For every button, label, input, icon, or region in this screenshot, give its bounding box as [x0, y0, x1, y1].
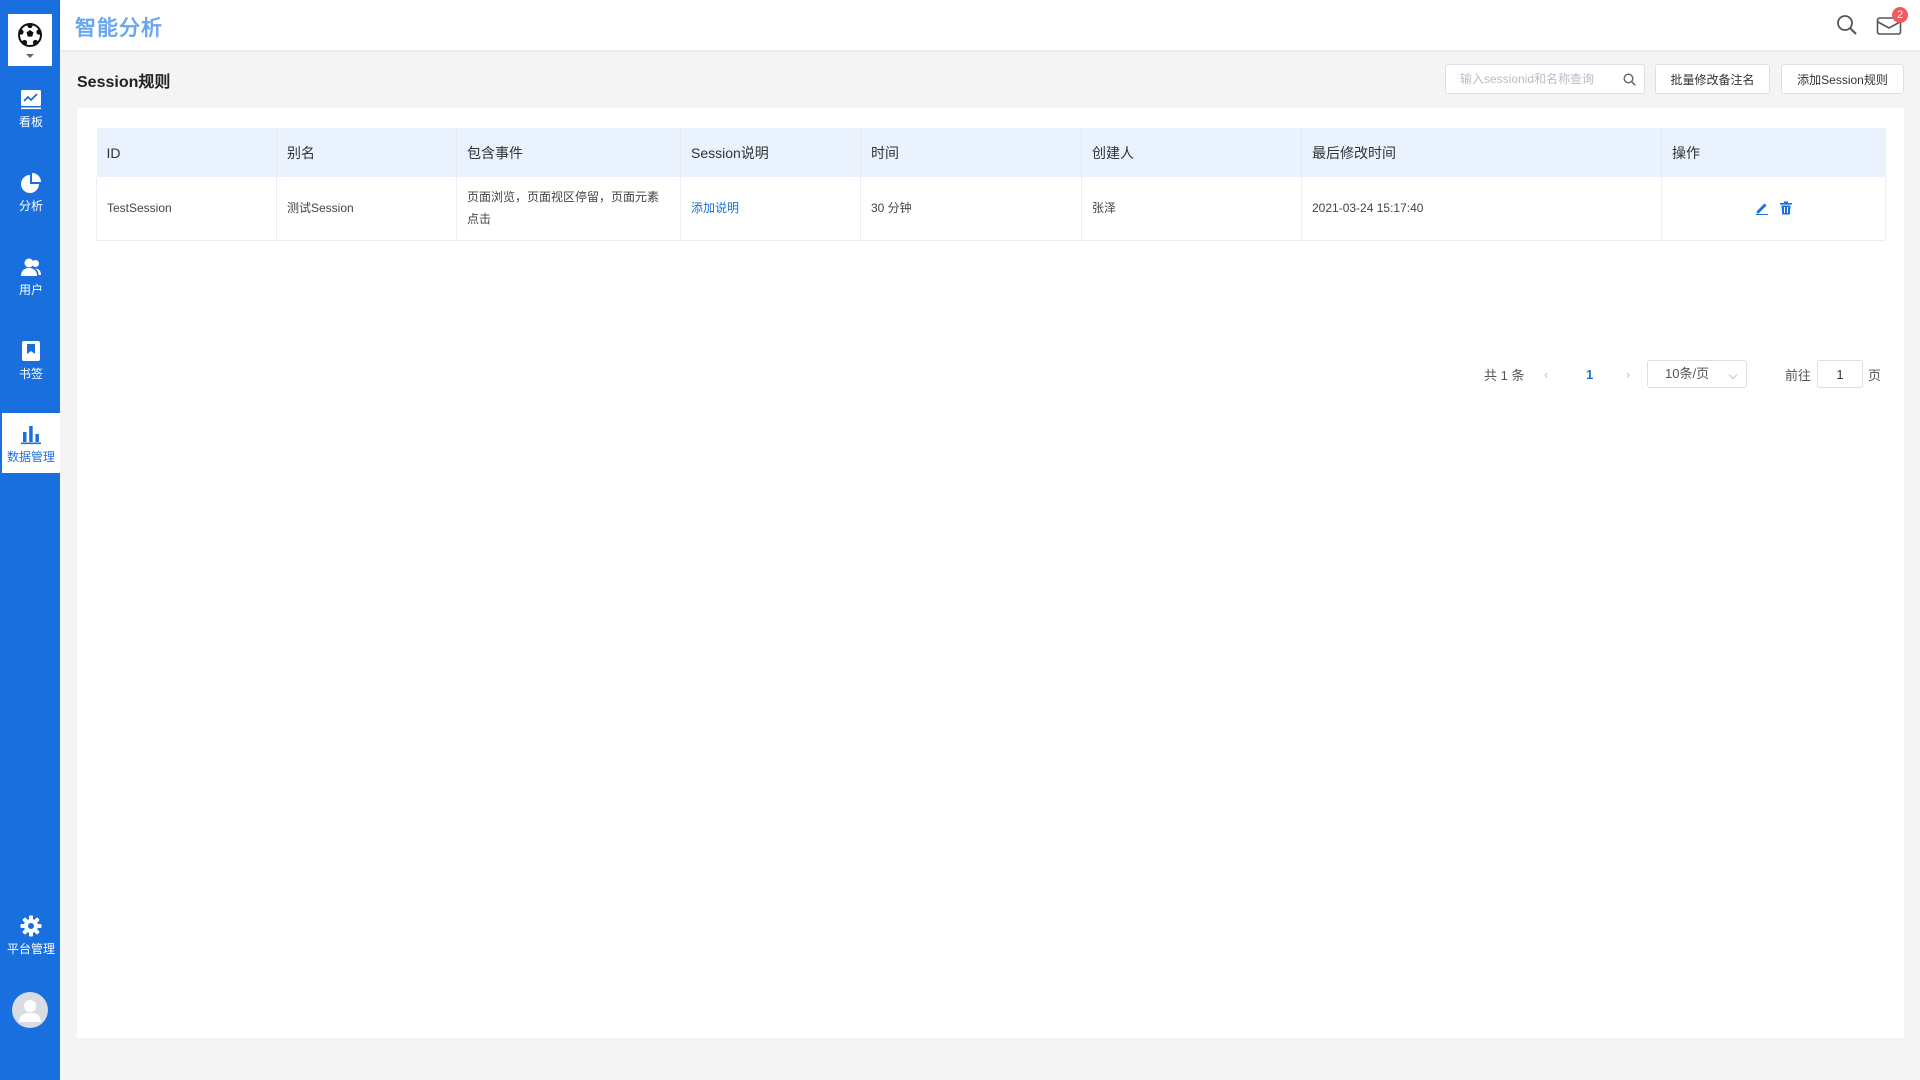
add-description-link[interactable]: 添加说明: [691, 201, 739, 215]
column-header-id: ID: [96, 128, 277, 177]
sidebar-item-bookmarks[interactable]: 书签: [2, 330, 60, 390]
page-number-current[interactable]: 1: [1586, 360, 1593, 388]
page-title: Session规则: [77, 74, 171, 91]
sidebar-item-users[interactable]: 用户: [2, 246, 60, 306]
top-header: 智能分析 2: [60, 0, 1920, 50]
sidebar-item-label: 数据管理: [6, 449, 55, 464]
sidebar-item-platform-management[interactable]: 平台管理: [2, 905, 60, 965]
search-icon[interactable]: [1836, 14, 1858, 36]
delete-icon[interactable]: [1779, 201, 1793, 215]
users-icon: [21, 258, 41, 276]
column-header-alias: 别名: [276, 128, 457, 177]
cell-description: 添加说明: [680, 177, 861, 241]
bar-chart-icon: [21, 425, 41, 444]
column-header-creator: 创建人: [1081, 128, 1302, 177]
cell-events: 页面浏览，页面视区停留，页面元素点击: [456, 177, 681, 241]
page-suffix-label: 页: [1868, 367, 1882, 383]
app-title: 智能分析: [75, 17, 163, 40]
bookmark-icon: [22, 340, 40, 361]
column-header-events: 包含事件: [456, 128, 681, 177]
pie-chart-icon: [21, 172, 41, 193]
sidebar: 看板 分析 用户 书签 数据管理 平台管理: [0, 0, 60, 1080]
cell-creator: 张泽: [1081, 177, 1302, 241]
sidebar-item-dashboard[interactable]: 看板: [2, 78, 60, 138]
goto-page-input[interactable]: [1817, 360, 1863, 388]
soccer-ball-icon: [18, 22, 42, 47]
search-icon[interactable]: [1623, 73, 1636, 86]
avatar[interactable]: [12, 992, 48, 1028]
sidebar-item-label: 用户: [18, 282, 43, 297]
table-row: TestSession 测试Session 页面浏览，页面视区停留，页面元素点击…: [96, 177, 1886, 241]
sidebar-item-label: 书签: [18, 366, 43, 381]
goto-label: 前往: [1785, 367, 1812, 383]
add-session-rule-button[interactable]: 添加Session规则: [1781, 64, 1904, 94]
search-input[interactable]: [1446, 65, 1616, 93]
sidebar-item-label: 看板: [18, 114, 43, 129]
chevron-down-icon: [1728, 370, 1738, 380]
sidebar-item-analysis[interactable]: 分析: [2, 162, 60, 222]
cell-duration: 30 分钟: [860, 177, 1082, 241]
session-search: [1445, 64, 1645, 94]
logo-switcher[interactable]: [8, 14, 52, 66]
column-header-duration: 时间: [860, 128, 1082, 177]
sidebar-item-data-management[interactable]: 数据管理: [2, 413, 60, 473]
session-rules-table: ID 别名 包含事件 Session说明 时间 创建人 最后修改时间 操作 Te…: [96, 128, 1886, 241]
page-size-value: 10条/页: [1665, 366, 1710, 381]
column-header-description: Session说明: [680, 128, 861, 177]
cell-modified: 2021-03-24 15:17:40: [1301, 177, 1662, 241]
column-header-actions: 操作: [1661, 128, 1886, 177]
edit-icon[interactable]: [1755, 201, 1769, 216]
page-size-select[interactable]: 10条/页: [1647, 360, 1747, 388]
next-page-icon[interactable]: ›: [1626, 360, 1630, 388]
column-header-modified: 最后修改时间: [1301, 128, 1662, 177]
content-panel: ID 别名 包含事件 Session说明 时间 创建人 最后修改时间 操作 Te…: [77, 108, 1904, 1038]
user-avatar-icon: [19, 1000, 41, 1022]
row-actions: [1672, 201, 1875, 216]
sidebar-item-label: 分析: [18, 198, 43, 213]
pagination-total: 共 1 条: [1484, 367, 1525, 383]
cell-id: TestSession: [96, 177, 277, 241]
cell-alias: 测试Session: [276, 177, 457, 241]
table-header-row: ID 别名 包含事件 Session说明 时间 创建人 最后修改时间 操作: [96, 128, 1886, 177]
notification-badge: 2: [1892, 7, 1908, 23]
batch-rename-button[interactable]: 批量修改备注名: [1655, 64, 1770, 94]
gear-icon: [20, 915, 42, 936]
cell-actions: [1661, 177, 1886, 241]
dashboard-icon: [21, 89, 41, 109]
sidebar-item-label: 平台管理: [6, 941, 55, 956]
chevron-down-icon: [26, 54, 34, 58]
prev-page-icon[interactable]: ‹: [1544, 360, 1548, 388]
